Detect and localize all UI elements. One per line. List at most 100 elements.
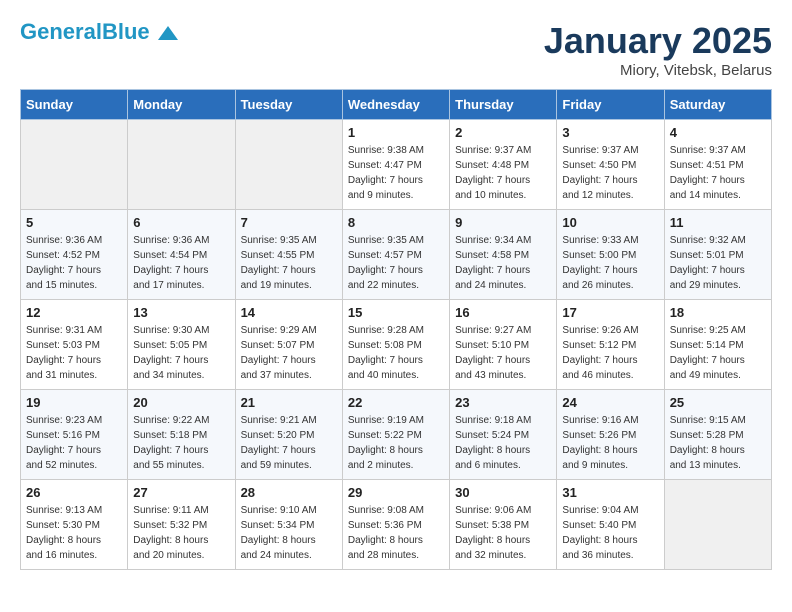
day-number: 13: [133, 305, 229, 320]
day-header-thursday: Thursday: [450, 90, 557, 120]
calendar-cell: 7 Sunrise: 9:35 AM Sunset: 4:55 PM Daylig…: [235, 210, 342, 300]
calendar-cell: [21, 120, 128, 210]
calendar-cell: 21 Sunrise: 9:21 AM Sunset: 5:20 PM Dayli…: [235, 390, 342, 480]
day-number: 21: [241, 395, 337, 410]
calendar-cell: 28Sunrise: 9:10 AM Sunset: 5:34 PM Dayli…: [235, 480, 342, 570]
week-row-1: 1Sunrise: 9:38 AM Sunset: 4:47 PM Daylig…: [21, 120, 772, 210]
day-number: 8: [348, 215, 444, 230]
day-info: Sunrise: 9:18 AM Sunset: 5:24 PM Dayligh…: [455, 413, 551, 473]
day-number: 11: [670, 215, 766, 230]
day-info: Sunrise: 9:37 AM Sunset: 4:48 PM Dayligh…: [455, 143, 551, 203]
location: Miory, Vitebsk, Belarus: [544, 62, 772, 79]
calendar-cell: 19 Sunrise: 9:23 AM Sunset: 5:16 PM Dayli…: [21, 390, 128, 480]
day-info: Sunrise: 9:22 AM Sunset: 5:18 PM Dayligh…: [133, 413, 229, 473]
calendar-cell: 6 Sunrise: 9:36 AM Sunset: 4:54 PM Daylig…: [128, 210, 235, 300]
day-number: 28: [241, 485, 337, 500]
calendar-cell: 20 Sunrise: 9:22 AM Sunset: 5:18 PM Dayli…: [128, 390, 235, 480]
day-info: Sunrise: 9:30 AM Sunset: 5:05 PM Dayligh…: [133, 323, 229, 383]
logo-blue: Blue: [102, 19, 150, 44]
day-header-sunday: Sunday: [21, 90, 128, 120]
day-info: Sunrise: 9:35 AM Sunset: 4:55 PM Dayligh…: [241, 233, 337, 293]
day-info: Sunrise: 9:33 AM Sunset: 5:00 PM Dayligh…: [562, 233, 658, 293]
title-block: January 2025 Miory, Vitebsk, Belarus: [544, 20, 772, 79]
day-info: Sunrise: 9:25 AM Sunset: 5:14 PM Dayligh…: [670, 323, 766, 383]
calendar-cell: 23 Sunrise: 9:18 AM Sunset: 5:24 PM Dayli…: [450, 390, 557, 480]
page-header: GeneralBlue January 2025 Miory, Vitebsk,…: [20, 20, 772, 79]
day-number: 10: [562, 215, 658, 230]
day-header-row: SundayMondayTuesdayWednesdayThursdayFrid…: [21, 90, 772, 120]
day-info: Sunrise: 9:27 AM Sunset: 5:10 PM Dayligh…: [455, 323, 551, 383]
calendar-cell: 9Sunrise: 9:34 AM Sunset: 4:58 PM Daylig…: [450, 210, 557, 300]
day-number: 18: [670, 305, 766, 320]
week-row-5: 26 Sunrise: 9:13 AM Sunset: 5:30 PM Dayli…: [21, 480, 772, 570]
logo-general: General: [20, 19, 102, 44]
day-info: Sunrise: 9:26 AM Sunset: 5:12 PM Dayligh…: [562, 323, 658, 383]
day-info: Sunrise: 9:35 AM Sunset: 4:57 PM Dayligh…: [348, 233, 444, 293]
day-info: Sunrise: 9:06 AM Sunset: 5:38 PM Dayligh…: [455, 503, 551, 563]
calendar-cell: 12Sunrise: 9:31 AM Sunset: 5:03 PM Dayli…: [21, 300, 128, 390]
calendar-cell: 26 Sunrise: 9:13 AM Sunset: 5:30 PM Dayli…: [21, 480, 128, 570]
day-info: Sunrise: 9:08 AM Sunset: 5:36 PM Dayligh…: [348, 503, 444, 563]
day-number: 20: [133, 395, 229, 410]
calendar-cell: 24Sunrise: 9:16 AM Sunset: 5:26 PM Dayli…: [557, 390, 664, 480]
day-info: Sunrise: 9:32 AM Sunset: 5:01 PM Dayligh…: [670, 233, 766, 293]
day-info: Sunrise: 9:16 AM Sunset: 5:26 PM Dayligh…: [562, 413, 658, 473]
calendar-cell: [235, 120, 342, 210]
calendar-cell: 27Sunrise: 9:11 AM Sunset: 5:32 PM Dayli…: [128, 480, 235, 570]
day-number: 17: [562, 305, 658, 320]
week-row-4: 19 Sunrise: 9:23 AM Sunset: 5:16 PM Dayli…: [21, 390, 772, 480]
day-number: 26: [26, 485, 122, 500]
calendar-cell: 18 Sunrise: 9:25 AM Sunset: 5:14 PM Dayli…: [664, 300, 771, 390]
day-info: Sunrise: 9:31 AM Sunset: 5:03 PM Dayligh…: [26, 323, 122, 383]
day-info: Sunrise: 9:23 AM Sunset: 5:16 PM Dayligh…: [26, 413, 122, 473]
day-header-monday: Monday: [128, 90, 235, 120]
day-number: 22: [348, 395, 444, 410]
day-header-friday: Friday: [557, 90, 664, 120]
calendar-cell: 14Sunrise: 9:29 AM Sunset: 5:07 PM Dayli…: [235, 300, 342, 390]
calendar-cell: 22 Sunrise: 9:19 AM Sunset: 5:22 PM Dayli…: [342, 390, 449, 480]
day-number: 15: [348, 305, 444, 320]
calendar-cell: [128, 120, 235, 210]
calendar-table: SundayMondayTuesdayWednesdayThursdayFrid…: [20, 89, 772, 570]
day-info: Sunrise: 9:36 AM Sunset: 4:52 PM Dayligh…: [26, 233, 122, 293]
day-header-saturday: Saturday: [664, 90, 771, 120]
day-number: 27: [133, 485, 229, 500]
calendar-cell: 8 Sunrise: 9:35 AM Sunset: 4:57 PM Daylig…: [342, 210, 449, 300]
day-number: 4: [670, 125, 766, 140]
logo: GeneralBlue: [20, 20, 178, 44]
day-header-wednesday: Wednesday: [342, 90, 449, 120]
day-number: 19: [26, 395, 122, 410]
calendar-cell: 2 Sunrise: 9:37 AM Sunset: 4:48 PM Daylig…: [450, 120, 557, 210]
day-number: 6: [133, 215, 229, 230]
calendar-cell: 16 Sunrise: 9:27 AM Sunset: 5:10 PM Dayli…: [450, 300, 557, 390]
day-number: 3: [562, 125, 658, 140]
day-info: Sunrise: 9:36 AM Sunset: 4:54 PM Dayligh…: [133, 233, 229, 293]
calendar-cell: 10 Sunrise: 9:33 AM Sunset: 5:00 PM Dayli…: [557, 210, 664, 300]
day-info: Sunrise: 9:15 AM Sunset: 5:28 PM Dayligh…: [670, 413, 766, 473]
calendar-cell: 3Sunrise: 9:37 AM Sunset: 4:50 PM Daylig…: [557, 120, 664, 210]
calendar-cell: 31 Sunrise: 9:04 AM Sunset: 5:40 PM Dayli…: [557, 480, 664, 570]
day-info: Sunrise: 9:34 AM Sunset: 4:58 PM Dayligh…: [455, 233, 551, 293]
month-title: January 2025: [544, 20, 772, 62]
calendar-cell: 5Sunrise: 9:36 AM Sunset: 4:52 PM Daylig…: [21, 210, 128, 300]
day-number: 31: [562, 485, 658, 500]
day-number: 29: [348, 485, 444, 500]
day-info: Sunrise: 9:13 AM Sunset: 5:30 PM Dayligh…: [26, 503, 122, 563]
day-info: Sunrise: 9:38 AM Sunset: 4:47 PM Dayligh…: [348, 143, 444, 203]
day-number: 2: [455, 125, 551, 140]
day-info: Sunrise: 9:04 AM Sunset: 5:40 PM Dayligh…: [562, 503, 658, 563]
calendar-cell: 17 Sunrise: 9:26 AM Sunset: 5:12 PM Dayli…: [557, 300, 664, 390]
day-info: Sunrise: 9:21 AM Sunset: 5:20 PM Dayligh…: [241, 413, 337, 473]
calendar-cell: [664, 480, 771, 570]
calendar-cell: 30 Sunrise: 9:06 AM Sunset: 5:38 PM Dayli…: [450, 480, 557, 570]
day-number: 23: [455, 395, 551, 410]
calendar-cell: 1Sunrise: 9:38 AM Sunset: 4:47 PM Daylig…: [342, 120, 449, 210]
day-info: Sunrise: 9:19 AM Sunset: 5:22 PM Dayligh…: [348, 413, 444, 473]
day-number: 25: [670, 395, 766, 410]
calendar-cell: 11 Sunrise: 9:32 AM Sunset: 5:01 PM Dayli…: [664, 210, 771, 300]
calendar-cell: 25 Sunrise: 9:15 AM Sunset: 5:28 PM Dayli…: [664, 390, 771, 480]
day-number: 30: [455, 485, 551, 500]
day-number: 16: [455, 305, 551, 320]
day-number: 7: [241, 215, 337, 230]
calendar-cell: 29 Sunrise: 9:08 AM Sunset: 5:36 PM Dayli…: [342, 480, 449, 570]
